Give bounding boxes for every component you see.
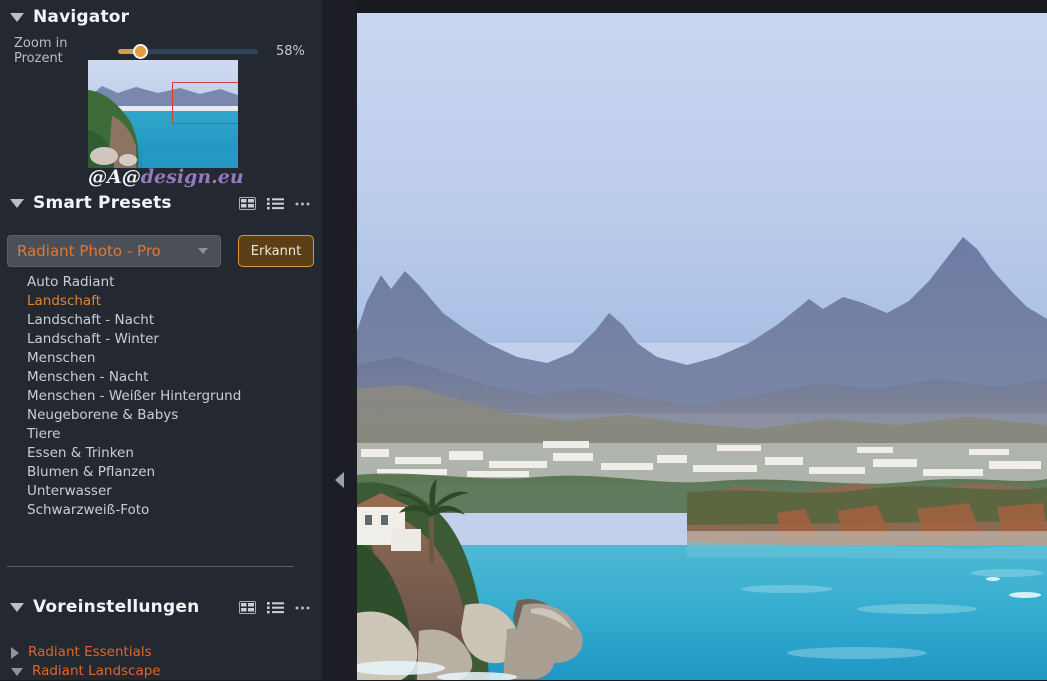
smart-preset-controls: Radiant Photo - Pro Erkannt [0, 235, 322, 267]
navigator-crop-rectangle[interactable] [172, 82, 238, 124]
presets-header-actions [239, 594, 310, 620]
smart-preset-item[interactable]: Tiere [0, 425, 322, 444]
watermark-primary: @A@ [88, 166, 141, 188]
more-options-icon[interactable] [295, 601, 310, 614]
panel-gutter [322, 0, 357, 680]
watermark-secondary: design.eu [140, 166, 244, 188]
caret-down-icon[interactable] [10, 198, 24, 208]
smart-preset-item[interactable]: Landschaft - Nacht [0, 311, 322, 330]
zoom-control-row: Zoom in Prozent 58% [0, 36, 322, 66]
smart-preset-item[interactable]: Menschen - Nacht [0, 368, 322, 387]
smart-presets-header-actions [239, 190, 310, 216]
left-sidebar-panel: Navigator Zoom in Prozent 58% @A@design.… [0, 0, 322, 680]
grid-view-icon[interactable] [239, 600, 256, 614]
zoom-slider[interactable] [118, 43, 258, 59]
preset-group-label: Radiant Essentials [28, 644, 152, 660]
smart-preset-item[interactable]: Menschen [0, 349, 322, 368]
caret-down-icon[interactable] [10, 602, 24, 612]
preset-group-row[interactable]: Radiant Essentials [0, 643, 322, 662]
grid-view-icon[interactable] [239, 196, 256, 210]
navigator-title: Navigator [33, 7, 130, 27]
watermark-text: @A@design.eu [88, 166, 268, 190]
smart-preset-item[interactable]: Landschaft [0, 292, 322, 311]
smart-preset-item[interactable]: Neugeborene & Babys [0, 406, 322, 425]
collapse-left-icon[interactable] [322, 455, 357, 505]
smart-presets-title: Smart Presets [33, 193, 172, 213]
zoom-percent-value: 58% [276, 43, 305, 59]
smart-presets-section-header[interactable]: Smart Presets [0, 190, 322, 216]
chevron-down-icon [198, 248, 208, 254]
section-divider [7, 566, 294, 567]
smart-preset-item[interactable]: Landschaft - Winter [0, 330, 322, 349]
presets-title: Voreinstellungen [33, 597, 200, 617]
list-view-icon[interactable] [267, 197, 284, 210]
navigator-section-header[interactable]: Navigator [0, 4, 322, 30]
smart-preset-item[interactable]: Menschen - Weißer Hintergrund [0, 387, 322, 406]
detect-button[interactable]: Erkannt [238, 235, 314, 267]
smart-preset-item[interactable]: Unterwasser [0, 482, 322, 501]
more-options-icon[interactable] [295, 197, 310, 210]
profile-select[interactable]: Radiant Photo - Pro [7, 235, 221, 267]
smart-preset-item[interactable]: Essen & Trinken [0, 444, 322, 463]
photo-canvas[interactable] [357, 13, 1047, 680]
smart-preset-list: Auto Radiant Landschaft Landschaft - Nacht… [0, 273, 322, 520]
presets-group-list: Radiant Essentials Radiant Landscape [0, 643, 322, 681]
photo-viewport [357, 0, 1047, 680]
preset-group-label: Radiant Landscape [32, 663, 161, 679]
caret-right-icon[interactable] [11, 646, 19, 659]
coastal-landscape-photo [357, 13, 1047, 680]
caret-down-icon[interactable] [11, 667, 23, 676]
smart-preset-item[interactable]: Auto Radiant [0, 273, 322, 292]
smart-preset-item[interactable]: Schwarzweiß-Foto [0, 501, 322, 520]
collapse-triangle [335, 472, 344, 488]
profile-select-value: Radiant Photo - Pro [17, 242, 161, 260]
zoom-slider-knob[interactable] [133, 43, 148, 59]
presets-section-header[interactable]: Voreinstellungen [0, 594, 322, 620]
caret-down-icon[interactable] [10, 12, 24, 22]
preset-group-row[interactable]: Radiant Landscape [0, 662, 322, 681]
list-view-icon[interactable] [267, 601, 284, 614]
app-window: Navigator Zoom in Prozent 58% @A@design.… [0, 0, 1047, 680]
smart-preset-item[interactable]: Blumen & Pflanzen [0, 463, 322, 482]
navigator-thumbnail[interactable] [88, 60, 238, 168]
